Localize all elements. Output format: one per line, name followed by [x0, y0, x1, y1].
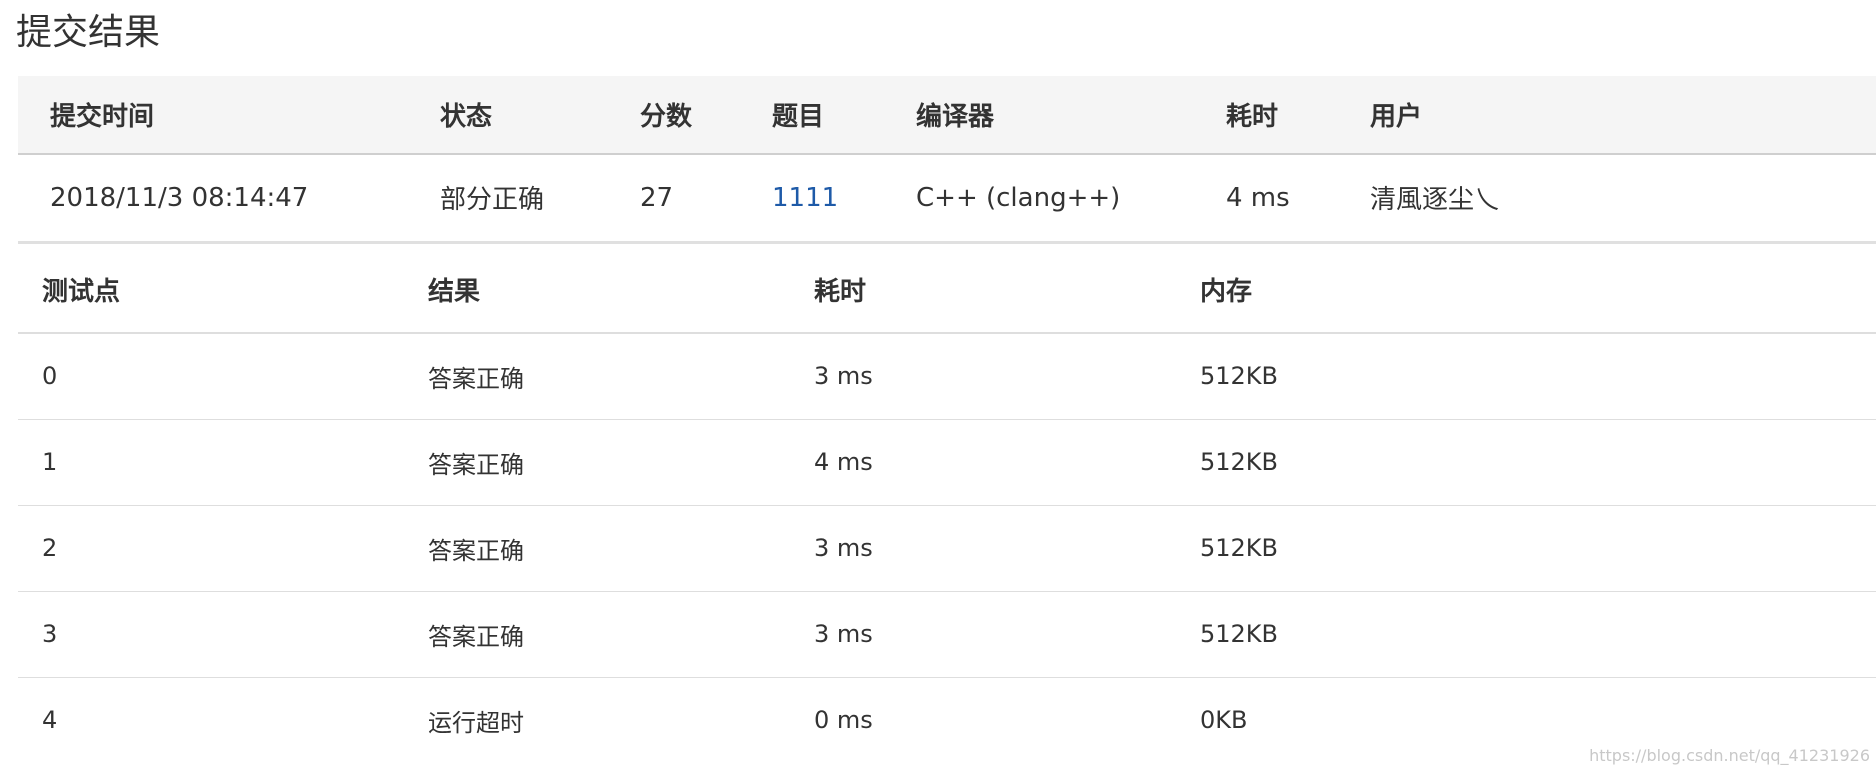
- case-result: 答案正确: [428, 536, 524, 565]
- case-id: 4: [42, 706, 58, 735]
- summary-row: 2018/11/3 08:14:47 部分正确 27 1111 C++ (cla…: [18, 154, 1876, 242]
- case-time: 3 ms: [814, 620, 873, 648]
- header-result: 结果: [428, 276, 481, 307]
- header-memory: 内存: [1200, 276, 1253, 307]
- summary-header-row: 提交时间 状态 分数 题目 编译器 耗时 用户: [18, 76, 1876, 154]
- page-title: 提交结果: [16, 12, 161, 53]
- case-result: 答案正确: [428, 622, 524, 651]
- compiler-value: C++ (clang++): [916, 182, 1121, 213]
- watermark: https://blog.csdn.net/qq_41231926: [1589, 746, 1870, 765]
- header-submit-time: 提交时间: [50, 102, 155, 132]
- header-problem: 题目: [772, 102, 825, 132]
- submission-summary-table: 提交时间 状态 分数 题目 编译器 耗时 用户 2018/11/3 08:14:…: [18, 76, 1876, 244]
- case-id: 0: [42, 362, 58, 391]
- case-id: 3: [42, 620, 58, 648]
- case-time: 4 ms: [814, 448, 873, 476]
- case-memory: 512KB: [1200, 620, 1279, 648]
- header-case-time: 耗时: [814, 276, 867, 307]
- case-result: 运行超时: [428, 708, 524, 737]
- table-row: 3 答案正确 3 ms 512KB: [18, 591, 1876, 677]
- case-id: 2: [42, 534, 58, 562]
- header-score: 分数: [640, 102, 693, 132]
- case-time: 3 ms: [814, 534, 873, 562]
- case-memory: 512KB: [1200, 362, 1279, 391]
- header-duration: 耗时: [1226, 102, 1279, 132]
- case-memory: 512KB: [1200, 534, 1279, 562]
- case-result: 答案正确: [428, 364, 524, 393]
- header-compiler: 编译器: [916, 102, 995, 132]
- case-result: 答案正确: [428, 450, 524, 479]
- case-memory: 512KB: [1200, 448, 1279, 476]
- header-user: 用户: [1370, 102, 1423, 132]
- test-cases-table: 测试点 结果 耗时 内存 0 答案正确 3 ms 512KB 1 答案正确 4 …: [18, 246, 1876, 763]
- case-id: 1: [42, 448, 58, 476]
- problem-cell: 1111: [740, 154, 884, 242]
- problem-link[interactable]: 1111: [772, 183, 838, 213]
- table-row: 0 答案正确 3 ms 512KB: [18, 333, 1876, 419]
- header-case-id: 测试点: [42, 276, 121, 307]
- table-row: 2 答案正确 3 ms 512KB: [18, 505, 1876, 591]
- score-value: 27: [640, 182, 674, 213]
- case-time: 3 ms: [814, 362, 873, 391]
- cases-header-row: 测试点 结果 耗时 内存: [18, 246, 1876, 333]
- table-row: 1 答案正确 4 ms 512KB: [18, 419, 1876, 505]
- submit-time: 2018/11/3 08:14:47: [50, 182, 309, 213]
- status-badge: 部分正确: [440, 185, 545, 216]
- header-status: 状态: [440, 102, 493, 132]
- user-name: 清風逐尘乀: [1370, 185, 1501, 216]
- case-time: 0 ms: [814, 706, 873, 735]
- duration-value: 4 ms: [1226, 182, 1290, 213]
